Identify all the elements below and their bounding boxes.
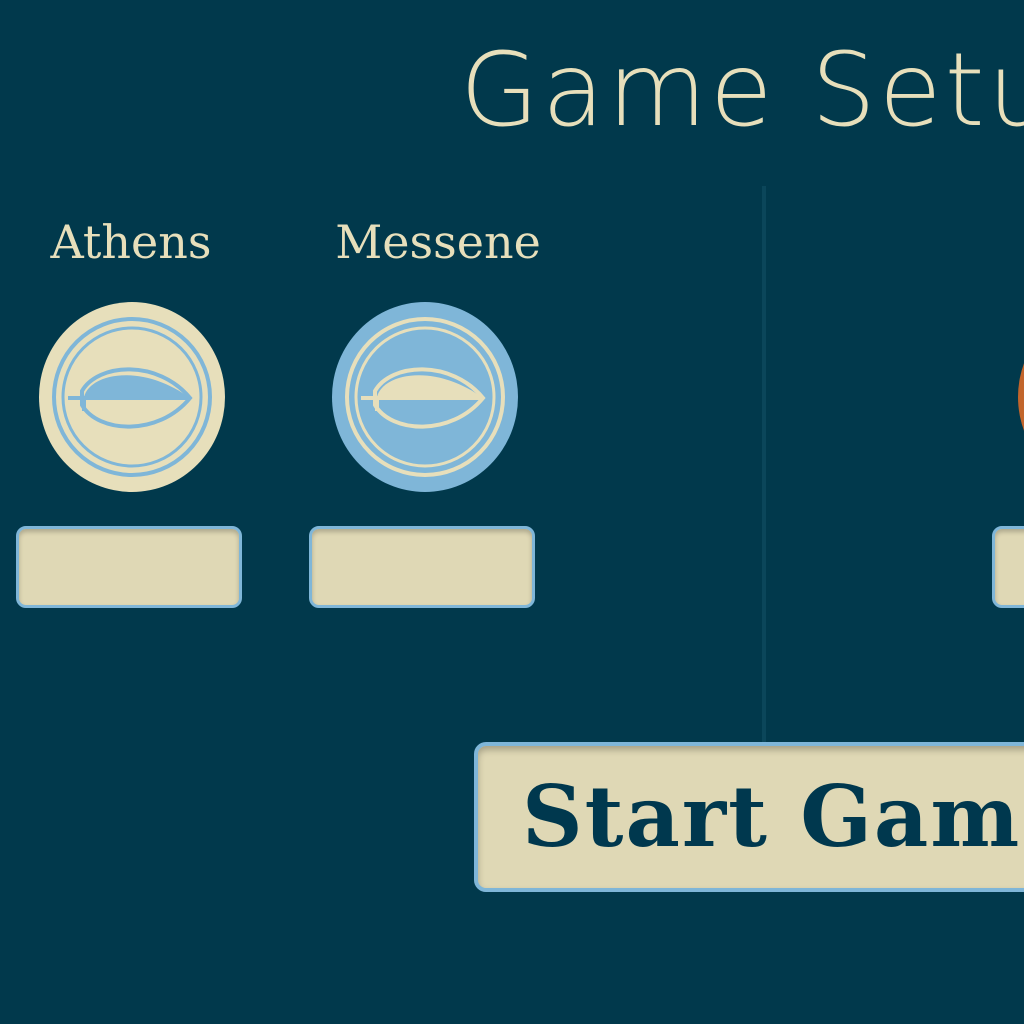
game-setup-screen: Game Setup Athens Messene Start <box>0 0 1024 1024</box>
token-orange-partial[interactable] <box>1018 301 1024 493</box>
city-label-athens: Athens <box>50 215 212 269</box>
token-athens[interactable] <box>38 301 226 493</box>
player-name-field-partial[interactable] <box>992 526 1024 608</box>
start-game-button[interactable]: Start Game <box>474 742 1024 892</box>
panel-divider <box>762 186 766 742</box>
player-name-field-athens[interactable] <box>16 526 242 608</box>
spear-shield-icon <box>39 302 225 492</box>
spear-shield-icon <box>332 302 518 492</box>
page-title: Game Setup <box>460 31 1024 150</box>
token-messene[interactable] <box>331 301 519 493</box>
city-label-messene: Messene <box>335 215 541 269</box>
player-name-field-messene[interactable] <box>309 526 535 608</box>
